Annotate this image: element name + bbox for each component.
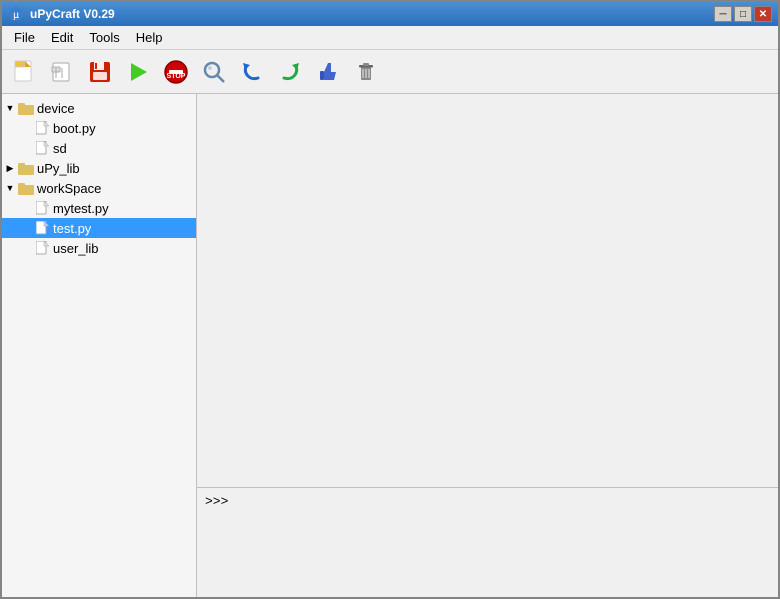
main-area: ▼ device boot.py — [2, 94, 778, 597]
file-icon-mytest-py — [34, 200, 50, 216]
run-button[interactable] — [120, 54, 156, 90]
svg-text:µ: µ — [13, 10, 19, 21]
search-button[interactable] — [196, 54, 232, 90]
tree-item-user-lib[interactable]: user_lib — [2, 238, 196, 258]
menu-file[interactable]: File — [6, 28, 43, 47]
tree-label-user-lib: user_lib — [53, 241, 99, 256]
minimize-button[interactable]: ─ — [714, 6, 732, 22]
title-bar: µ uPyCraft V0.29 ─ □ ✕ — [2, 2, 778, 26]
toggle-device[interactable]: ▼ — [2, 100, 18, 116]
menu-edit[interactable]: Edit — [43, 28, 81, 47]
maximize-button[interactable]: □ — [734, 6, 752, 22]
main-window: µ uPyCraft V0.29 ─ □ ✕ File Edit Tools H… — [0, 0, 780, 599]
tree-label-workspace: workSpace — [37, 181, 101, 196]
tree-label-sd: sd — [53, 141, 67, 156]
file-icon-test-py — [34, 220, 50, 236]
close-button[interactable]: ✕ — [754, 6, 772, 22]
menu-tools[interactable]: Tools — [81, 28, 127, 47]
tree-item-sd[interactable]: sd — [2, 138, 196, 158]
tree-item-workspace[interactable]: ▼ workSpace — [2, 178, 196, 198]
like-button[interactable] — [310, 54, 346, 90]
toggle-upy-lib[interactable]: ▶ — [2, 160, 18, 176]
save-button[interactable] — [82, 54, 118, 90]
svg-text:STOP: STOP — [167, 73, 186, 80]
app-icon: µ — [8, 6, 24, 22]
tree-label-upy-lib: uPy_lib — [37, 161, 80, 176]
file-icon-user-lib — [34, 240, 50, 256]
folder-icon-workspace — [18, 180, 34, 196]
delete-button[interactable] — [348, 54, 384, 90]
file-icon-boot-py — [34, 120, 50, 136]
tree-item-upy-lib[interactable]: ▶ uPy_lib — [2, 158, 196, 178]
editor-area[interactable] — [197, 94, 778, 487]
title-bar-buttons: ─ □ ✕ — [714, 6, 772, 22]
tree-item-device[interactable]: ▼ device — [2, 98, 196, 118]
content-area: >>> — [197, 94, 778, 597]
toggle-workspace[interactable]: ▼ — [2, 180, 18, 196]
open-button[interactable] — [44, 54, 80, 90]
new-file-button[interactable] — [6, 54, 42, 90]
tree-label-mytest-py: mytest.py — [53, 201, 109, 216]
tree-label-boot-py: boot.py — [53, 121, 96, 136]
stop-button[interactable]: STOP — [158, 54, 194, 90]
sidebar: ▼ device boot.py — [2, 94, 197, 597]
folder-icon-upy-lib — [18, 160, 34, 176]
menu-help[interactable]: Help — [128, 28, 171, 47]
window-title: uPyCraft V0.29 — [30, 7, 115, 21]
redo-button[interactable] — [272, 54, 308, 90]
console-prompt: >>> — [205, 494, 228, 509]
toolbar: STOP — [2, 50, 778, 94]
folder-icon-device — [18, 100, 34, 116]
tree-item-mytest-py[interactable]: mytest.py — [2, 198, 196, 218]
file-icon-sd — [34, 140, 50, 156]
tree-label-device: device — [37, 101, 75, 116]
tree-item-boot-py[interactable]: boot.py — [2, 118, 196, 138]
tree-item-test-py[interactable]: test.py — [2, 218, 196, 238]
undo-button[interactable] — [234, 54, 270, 90]
title-bar-left: µ uPyCraft V0.29 — [8, 6, 115, 22]
menu-bar: File Edit Tools Help — [2, 26, 778, 50]
console-area[interactable]: >>> — [197, 487, 778, 597]
tree-label-test-py: test.py — [53, 221, 91, 236]
